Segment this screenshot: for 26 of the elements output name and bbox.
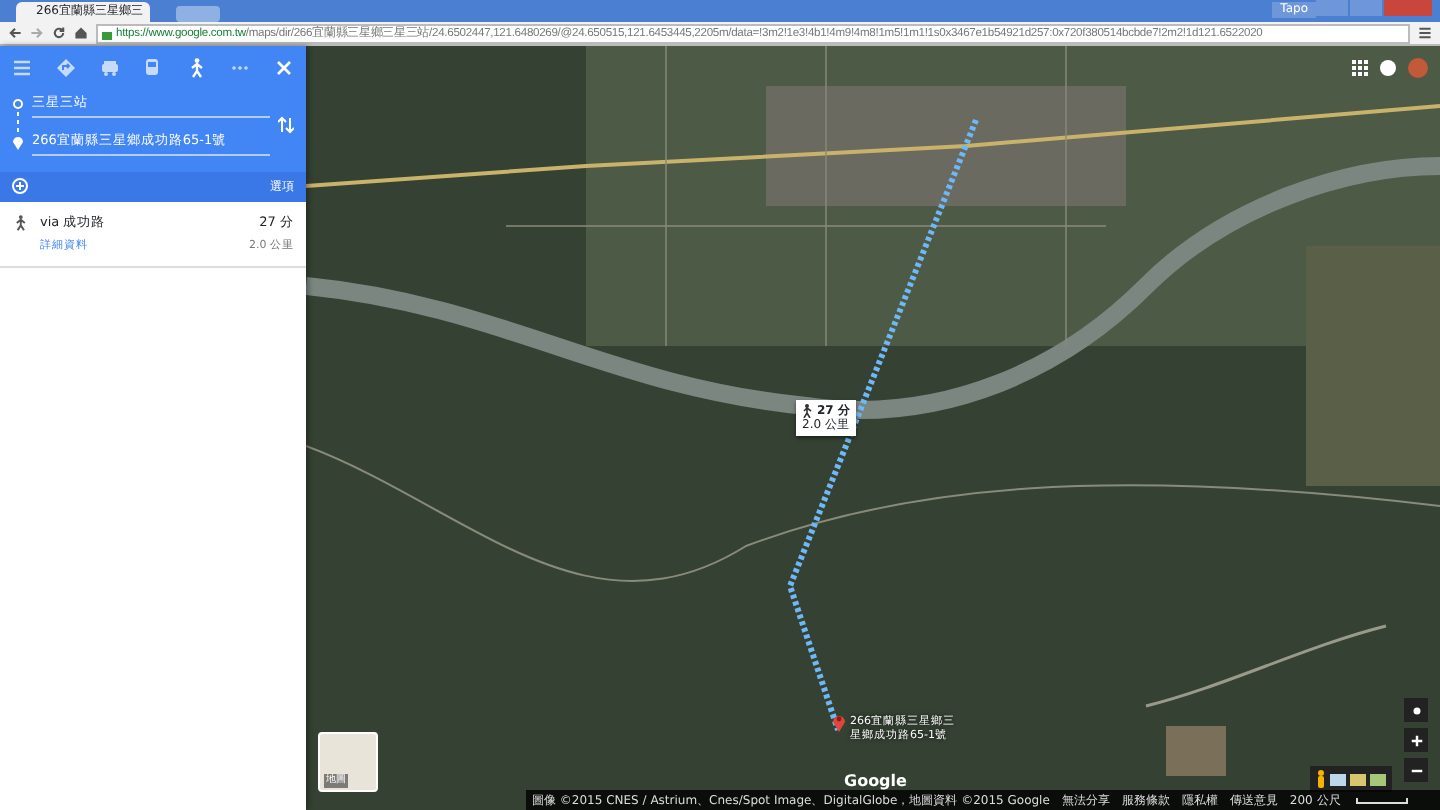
walking-person-icon[interactable] — [186, 58, 207, 78]
walking-person-icon — [12, 213, 28, 231]
zoom-out-button[interactable] — [1404, 758, 1428, 782]
scale-bar — [1356, 797, 1409, 803]
walking-person-icon — [802, 404, 812, 418]
plus-icon — [1409, 733, 1423, 747]
back-icon[interactable] — [8, 26, 22, 40]
menu-icon[interactable] — [1418, 26, 1432, 40]
home-icon[interactable] — [74, 26, 88, 40]
add-destination-icon[interactable] — [12, 178, 28, 194]
directions-icon[interactable] — [55, 58, 76, 78]
close-icon[interactable] — [273, 58, 294, 78]
train-icon[interactable] — [142, 58, 163, 78]
location-dot-icon — [1409, 703, 1423, 717]
pegman-icon[interactable] — [1316, 770, 1326, 788]
notifications-icon[interactable] — [1380, 60, 1396, 76]
reload-icon[interactable] — [52, 26, 66, 40]
destination-pin-icon — [832, 712, 846, 732]
route-endpoints-icon — [12, 98, 24, 151]
swap-icon[interactable] — [278, 115, 294, 134]
my-location-button[interactable] — [1404, 698, 1428, 722]
car-icon[interactable] — [99, 58, 120, 78]
lock-icon — [102, 27, 112, 39]
zoom-in-button[interactable] — [1404, 728, 1428, 752]
google-logo: Google — [844, 770, 907, 794]
apps-grid-icon[interactable] — [1352, 60, 1368, 76]
